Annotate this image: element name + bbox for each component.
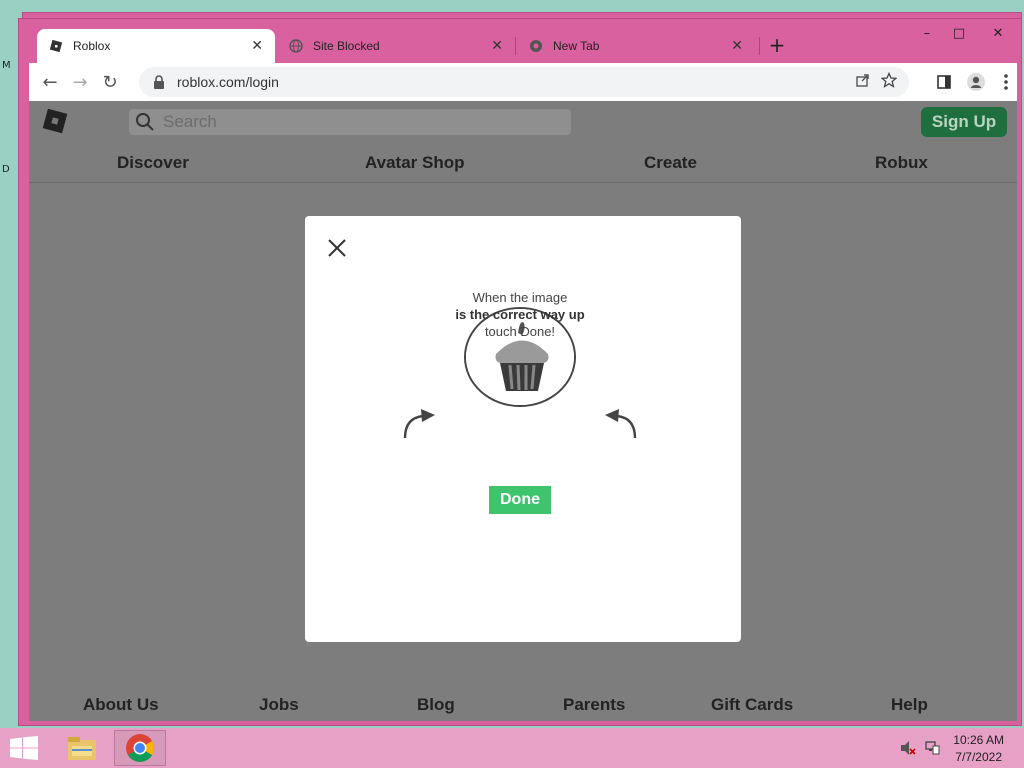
roblox-nav: Discover Avatar Shop Create Robux xyxy=(29,141,1017,183)
system-clock[interactable]: 10:26 AM 7/7/2022 xyxy=(953,732,1004,766)
maximize-button[interactable]: □ xyxy=(943,19,975,47)
back-arrow-icon[interactable]: ← xyxy=(35,67,65,97)
tab-close-icon[interactable]: ✕ xyxy=(491,38,503,54)
windows-start-icon[interactable] xyxy=(10,736,38,760)
menu-dots-icon[interactable] xyxy=(991,67,1021,97)
browser-window: Roblox ✕ Site Blocked ✕ New Tab ✕ + – □ … xyxy=(18,18,1022,726)
reload-icon[interactable]: ↻ xyxy=(95,67,125,97)
file-explorer-taskbar-button[interactable] xyxy=(56,730,108,766)
close-icon[interactable] xyxy=(327,238,347,258)
chrome-icon xyxy=(529,39,543,53)
clock-time: 10:26 AM xyxy=(953,733,1004,747)
profile-avatar-icon[interactable] xyxy=(961,67,991,97)
share-icon[interactable] xyxy=(855,72,871,93)
rotate-right-arrow-icon[interactable] xyxy=(599,406,639,440)
done-button[interactable]: Done xyxy=(489,486,551,514)
lock-icon[interactable] xyxy=(153,75,167,89)
folder-icon xyxy=(68,737,96,760)
instruction-line: When the image xyxy=(472,290,568,305)
bookmark-star-icon[interactable] xyxy=(880,71,898,93)
rotate-left-arrow-icon[interactable] xyxy=(401,406,441,440)
clock-date: 7/7/2022 xyxy=(955,750,1002,764)
search-icon xyxy=(136,113,154,131)
search-placeholder: Search xyxy=(163,112,217,131)
tab-close-icon[interactable]: ✕ xyxy=(731,38,743,54)
tab-close-icon[interactable]: ✕ xyxy=(251,38,263,54)
window-controls: – □ ✕ xyxy=(911,19,1021,47)
sign-up-button[interactable]: Sign Up xyxy=(921,107,1007,137)
url-text: roblox.com/login xyxy=(177,74,279,90)
address-bar-actions xyxy=(855,71,898,93)
tab-separator xyxy=(515,37,516,55)
footer-parents[interactable]: Parents xyxy=(563,695,625,715)
browser-toolbar: ← → ↻ roblox.com/login xyxy=(29,63,1017,101)
globe-icon xyxy=(289,39,303,53)
minimize-button[interactable]: – xyxy=(911,19,943,47)
desktop-glyph: M xyxy=(2,60,11,71)
nav-avatar-shop[interactable]: Avatar Shop xyxy=(365,153,465,173)
address-bar[interactable]: roblox.com/login xyxy=(139,67,909,97)
roblox-search-input[interactable]: Search xyxy=(129,109,571,135)
roblox-header: Search Sign Up xyxy=(29,101,1017,141)
side-panel-icon[interactable] xyxy=(929,67,959,97)
roblox-logo-icon[interactable] xyxy=(42,108,68,134)
forward-arrow-icon[interactable]: → xyxy=(65,67,95,97)
network-icon[interactable] xyxy=(924,740,940,756)
tab-separator xyxy=(759,37,760,55)
footer-blog[interactable]: Blog xyxy=(417,695,455,715)
chrome-icon xyxy=(126,734,154,762)
nav-create[interactable]: Create xyxy=(644,153,697,173)
captcha-instructions: When the image is the correct way up tou… xyxy=(305,289,735,340)
page-viewport: Search Sign Up Discover Avatar Shop Crea… xyxy=(29,101,1017,721)
close-button[interactable]: ✕ xyxy=(975,19,1021,47)
tab-roblox[interactable]: Roblox ✕ xyxy=(37,29,275,63)
desktop-glyph: D xyxy=(2,164,10,175)
roblox-favicon-icon xyxy=(49,39,63,53)
footer-gift-cards[interactable]: Gift Cards xyxy=(711,695,793,715)
instruction-line: touch Done! xyxy=(484,324,556,339)
tab-site-blocked[interactable]: Site Blocked ✕ xyxy=(277,29,515,63)
new-tab-button[interactable]: + xyxy=(765,33,789,57)
taskbar: 10:26 AM 7/7/2022 xyxy=(0,728,1024,768)
footer-help[interactable]: Help xyxy=(891,695,928,715)
tab-label: Roblox xyxy=(73,39,111,53)
nav-robux[interactable]: Robux xyxy=(875,153,928,173)
chrome-taskbar-button[interactable] xyxy=(114,730,166,766)
captcha-modal: When the image is the correct way up tou… xyxy=(305,216,741,642)
footer-jobs[interactable]: Jobs xyxy=(259,695,299,715)
volume-muted-icon[interactable] xyxy=(900,740,916,756)
instruction-line: is the correct way up xyxy=(455,307,585,322)
nav-discover[interactable]: Discover xyxy=(117,153,189,173)
footer-about-us[interactable]: About Us xyxy=(83,695,159,715)
titlebar: Roblox ✕ Site Blocked ✕ New Tab ✕ + – □ … xyxy=(19,19,1021,63)
tab-new-tab[interactable]: New Tab ✕ xyxy=(517,29,755,63)
tab-label: New Tab xyxy=(553,39,600,53)
tab-label: Site Blocked xyxy=(313,39,380,53)
